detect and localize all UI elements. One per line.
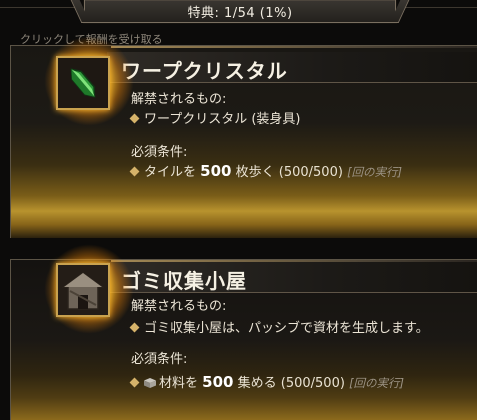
requirement-line: 材料を 500 集める (500/500) [回の実行] [129, 372, 405, 391]
requirement-number: 500 [200, 162, 232, 180]
requirement-progress: (500/500) [278, 165, 343, 180]
requirement-note: [回の実行] [347, 165, 403, 179]
warp-crystal-icon[interactable] [56, 56, 110, 110]
requirement-text-pre: 材料を [159, 376, 199, 391]
rewards-counter-bar: 特典: 1/54 (1%) [84, 0, 396, 23]
materials-icon [144, 378, 156, 388]
bullet-diamond-icon [129, 322, 140, 333]
requirement-text-post: 集める [237, 376, 277, 391]
requirement-number: 500 [202, 373, 234, 391]
rewards-counter: 特典: 1/54 (1%) [187, 5, 293, 21]
card-top-line [111, 46, 477, 48]
unlock-item: ゴミ収集小屋は、パッシブで資材を生成します。 [129, 317, 429, 336]
requirement-text-post: 枚歩く [235, 165, 275, 180]
card-title: ワープクリスタル [121, 59, 288, 83]
requirement-text-pre: タイルを [144, 165, 197, 180]
scavenger-shack-icon[interactable] [56, 263, 110, 317]
unlocks-label: 解禁されるもの: [131, 299, 227, 314]
bullet-diamond-icon [129, 113, 140, 124]
requirement-note: [回の実行] [349, 376, 405, 390]
unlock-item: ワープクリスタル (装身具) [129, 108, 301, 127]
requirements-label: 必須条件: [131, 145, 188, 160]
requirement-line: タイルを 500 枚歩く (500/500) [回の実行] [129, 161, 403, 180]
requirements-label: 必須条件: [131, 352, 188, 367]
card-title: ゴミ収集小屋 [121, 269, 247, 293]
requirement-progress: (500/500) [280, 376, 345, 391]
unlocks-label: 解禁されるもの: [131, 92, 227, 107]
bullet-diamond-icon [129, 166, 140, 177]
bullet-diamond-icon [129, 377, 140, 388]
